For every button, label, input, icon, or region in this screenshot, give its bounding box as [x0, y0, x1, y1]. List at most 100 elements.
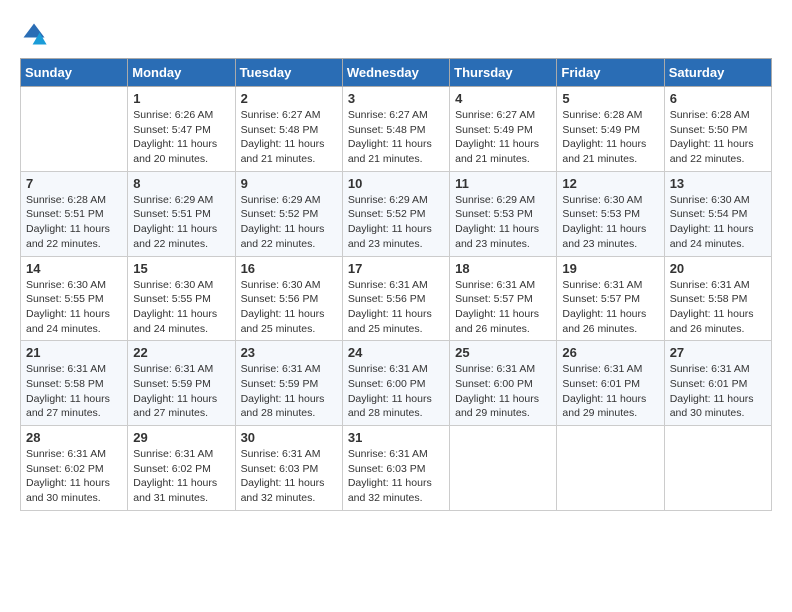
day-number: 4 [455, 91, 551, 106]
calendar-cell: 11Sunrise: 6:29 AM Sunset: 5:53 PM Dayli… [450, 171, 557, 256]
calendar-week-row: 14 Sunrise: 6:30 AM Sunset: 5:55 PM Dayli… [21, 256, 772, 341]
day-info: Sunrise: 6:30 AM Sunset: 5:53 PM Dayligh… [562, 193, 658, 252]
calendar-cell: 5Sunrise: 6:28 AM Sunset: 5:49 PM Daylig… [557, 87, 664, 172]
calendar-cell: 10 Sunrise: 6:29 AM Sunset: 5:52 PM Dayli… [342, 171, 449, 256]
calendar-cell: 27 Sunrise: 6:31 AM Sunset: 6:01 PM Dayli… [664, 341, 771, 426]
day-info: Sunrise: 6:27 AM Sunset: 5:48 PM Dayligh… [241, 108, 337, 167]
day-info: Sunrise: 6:28 AM Sunset: 5:49 PM Dayligh… [562, 108, 658, 167]
day-info: Sunrise: 6:31 AM Sunset: 6:01 PM Dayligh… [562, 362, 658, 421]
logo-icon [20, 20, 48, 48]
weekday-header-sunday: Sunday [21, 59, 128, 87]
day-number: 3 [348, 91, 444, 106]
day-number: 11 [455, 176, 551, 191]
day-number: 28 [26, 430, 122, 445]
day-info: Sunrise: 6:31 AM Sunset: 6:03 PM Dayligh… [241, 447, 337, 506]
calendar-cell: 28 Sunrise: 6:31 AM Sunset: 6:02 PM Dayli… [21, 426, 128, 511]
calendar-cell: 19 Sunrise: 6:31 AM Sunset: 5:57 PM Dayli… [557, 256, 664, 341]
calendar-cell: 24Sunrise: 6:31 AM Sunset: 6:00 PM Dayli… [342, 341, 449, 426]
day-info: Sunrise: 6:31 AM Sunset: 5:59 PM Dayligh… [133, 362, 229, 421]
calendar-cell: 7Sunrise: 6:28 AM Sunset: 5:51 PM Daylig… [21, 171, 128, 256]
calendar-cell: 18 Sunrise: 6:31 AM Sunset: 5:57 PM Dayli… [450, 256, 557, 341]
day-info: Sunrise: 6:26 AM Sunset: 5:47 PM Dayligh… [133, 108, 229, 167]
day-info: Sunrise: 6:31 AM Sunset: 5:57 PM Dayligh… [455, 278, 551, 337]
day-info: Sunrise: 6:31 AM Sunset: 6:01 PM Dayligh… [670, 362, 766, 421]
calendar-week-row: 28 Sunrise: 6:31 AM Sunset: 6:02 PM Dayli… [21, 426, 772, 511]
day-info: Sunrise: 6:31 AM Sunset: 5:58 PM Dayligh… [670, 278, 766, 337]
day-number: 31 [348, 430, 444, 445]
day-number: 16 [241, 261, 337, 276]
day-info: Sunrise: 6:31 AM Sunset: 5:56 PM Dayligh… [348, 278, 444, 337]
calendar-cell: 21Sunrise: 6:31 AM Sunset: 5:58 PM Dayli… [21, 341, 128, 426]
day-info: Sunrise: 6:31 AM Sunset: 5:58 PM Dayligh… [26, 362, 122, 421]
calendar-cell: 22 Sunrise: 6:31 AM Sunset: 5:59 PM Dayli… [128, 341, 235, 426]
day-number: 27 [670, 345, 766, 360]
day-number: 26 [562, 345, 658, 360]
calendar-week-row: 1 Sunrise: 6:26 AM Sunset: 5:47 PM Daylig… [21, 87, 772, 172]
weekday-header-tuesday: Tuesday [235, 59, 342, 87]
calendar-cell: 9 Sunrise: 6:29 AM Sunset: 5:52 PM Daylig… [235, 171, 342, 256]
day-number: 23 [241, 345, 337, 360]
day-info: Sunrise: 6:28 AM Sunset: 5:51 PM Dayligh… [26, 193, 122, 252]
weekday-header-wednesday: Wednesday [342, 59, 449, 87]
day-info: Sunrise: 6:30 AM Sunset: 5:55 PM Dayligh… [133, 278, 229, 337]
calendar-cell: 20 Sunrise: 6:31 AM Sunset: 5:58 PM Dayli… [664, 256, 771, 341]
calendar-cell: 13 Sunrise: 6:30 AM Sunset: 5:54 PM Dayli… [664, 171, 771, 256]
calendar-cell: 8 Sunrise: 6:29 AM Sunset: 5:51 PM Daylig… [128, 171, 235, 256]
day-number: 1 [133, 91, 229, 106]
calendar-cell: 30 Sunrise: 6:31 AM Sunset: 6:03 PM Dayli… [235, 426, 342, 511]
weekday-header-friday: Friday [557, 59, 664, 87]
calendar-cell: 1 Sunrise: 6:26 AM Sunset: 5:47 PM Daylig… [128, 87, 235, 172]
day-number: 25 [455, 345, 551, 360]
calendar-week-row: 21Sunrise: 6:31 AM Sunset: 5:58 PM Dayli… [21, 341, 772, 426]
calendar-cell: 12 Sunrise: 6:30 AM Sunset: 5:53 PM Dayli… [557, 171, 664, 256]
calendar-cell: 16 Sunrise: 6:30 AM Sunset: 5:56 PM Dayli… [235, 256, 342, 341]
calendar-cell [450, 426, 557, 511]
calendar-cell: 14 Sunrise: 6:30 AM Sunset: 5:55 PM Dayli… [21, 256, 128, 341]
day-info: Sunrise: 6:27 AM Sunset: 5:49 PM Dayligh… [455, 108, 551, 167]
weekday-header-saturday: Saturday [664, 59, 771, 87]
calendar-cell: 31 Sunrise: 6:31 AM Sunset: 6:03 PM Dayli… [342, 426, 449, 511]
day-info: Sunrise: 6:29 AM Sunset: 5:51 PM Dayligh… [133, 193, 229, 252]
logo [20, 20, 52, 48]
day-number: 20 [670, 261, 766, 276]
calendar-cell: 15Sunrise: 6:30 AM Sunset: 5:55 PM Dayli… [128, 256, 235, 341]
day-number: 9 [241, 176, 337, 191]
day-number: 30 [241, 430, 337, 445]
day-number: 22 [133, 345, 229, 360]
day-info: Sunrise: 6:30 AM Sunset: 5:55 PM Dayligh… [26, 278, 122, 337]
calendar-cell: 29 Sunrise: 6:31 AM Sunset: 6:02 PM Dayli… [128, 426, 235, 511]
day-number: 18 [455, 261, 551, 276]
day-number: 19 [562, 261, 658, 276]
day-number: 8 [133, 176, 229, 191]
calendar-cell [21, 87, 128, 172]
weekday-header-row: SundayMondayTuesdayWednesdayThursdayFrid… [21, 59, 772, 87]
day-info: Sunrise: 6:31 AM Sunset: 5:57 PM Dayligh… [562, 278, 658, 337]
calendar-cell: 17Sunrise: 6:31 AM Sunset: 5:56 PM Dayli… [342, 256, 449, 341]
calendar-cell: 3 Sunrise: 6:27 AM Sunset: 5:48 PM Daylig… [342, 87, 449, 172]
calendar-cell [557, 426, 664, 511]
day-number: 12 [562, 176, 658, 191]
day-info: Sunrise: 6:31 AM Sunset: 6:02 PM Dayligh… [133, 447, 229, 506]
day-info: Sunrise: 6:31 AM Sunset: 6:02 PM Dayligh… [26, 447, 122, 506]
calendar-cell: 4 Sunrise: 6:27 AM Sunset: 5:49 PM Daylig… [450, 87, 557, 172]
day-number: 14 [26, 261, 122, 276]
calendar-cell: 6 Sunrise: 6:28 AM Sunset: 5:50 PM Daylig… [664, 87, 771, 172]
day-info: Sunrise: 6:27 AM Sunset: 5:48 PM Dayligh… [348, 108, 444, 167]
day-info: Sunrise: 6:30 AM Sunset: 5:54 PM Dayligh… [670, 193, 766, 252]
day-number: 6 [670, 91, 766, 106]
day-info: Sunrise: 6:31 AM Sunset: 5:59 PM Dayligh… [241, 362, 337, 421]
day-number: 10 [348, 176, 444, 191]
calendar-week-row: 7Sunrise: 6:28 AM Sunset: 5:51 PM Daylig… [21, 171, 772, 256]
day-info: Sunrise: 6:31 AM Sunset: 6:00 PM Dayligh… [348, 362, 444, 421]
day-info: Sunrise: 6:30 AM Sunset: 5:56 PM Dayligh… [241, 278, 337, 337]
day-info: Sunrise: 6:28 AM Sunset: 5:50 PM Dayligh… [670, 108, 766, 167]
day-info: Sunrise: 6:29 AM Sunset: 5:52 PM Dayligh… [241, 193, 337, 252]
day-info: Sunrise: 6:31 AM Sunset: 6:03 PM Dayligh… [348, 447, 444, 506]
day-info: Sunrise: 6:29 AM Sunset: 5:52 PM Dayligh… [348, 193, 444, 252]
day-number: 13 [670, 176, 766, 191]
calendar-cell: 2 Sunrise: 6:27 AM Sunset: 5:48 PM Daylig… [235, 87, 342, 172]
calendar-cell: 25Sunrise: 6:31 AM Sunset: 6:00 PM Dayli… [450, 341, 557, 426]
day-number: 2 [241, 91, 337, 106]
day-number: 29 [133, 430, 229, 445]
calendar-cell: 26 Sunrise: 6:31 AM Sunset: 6:01 PM Dayli… [557, 341, 664, 426]
